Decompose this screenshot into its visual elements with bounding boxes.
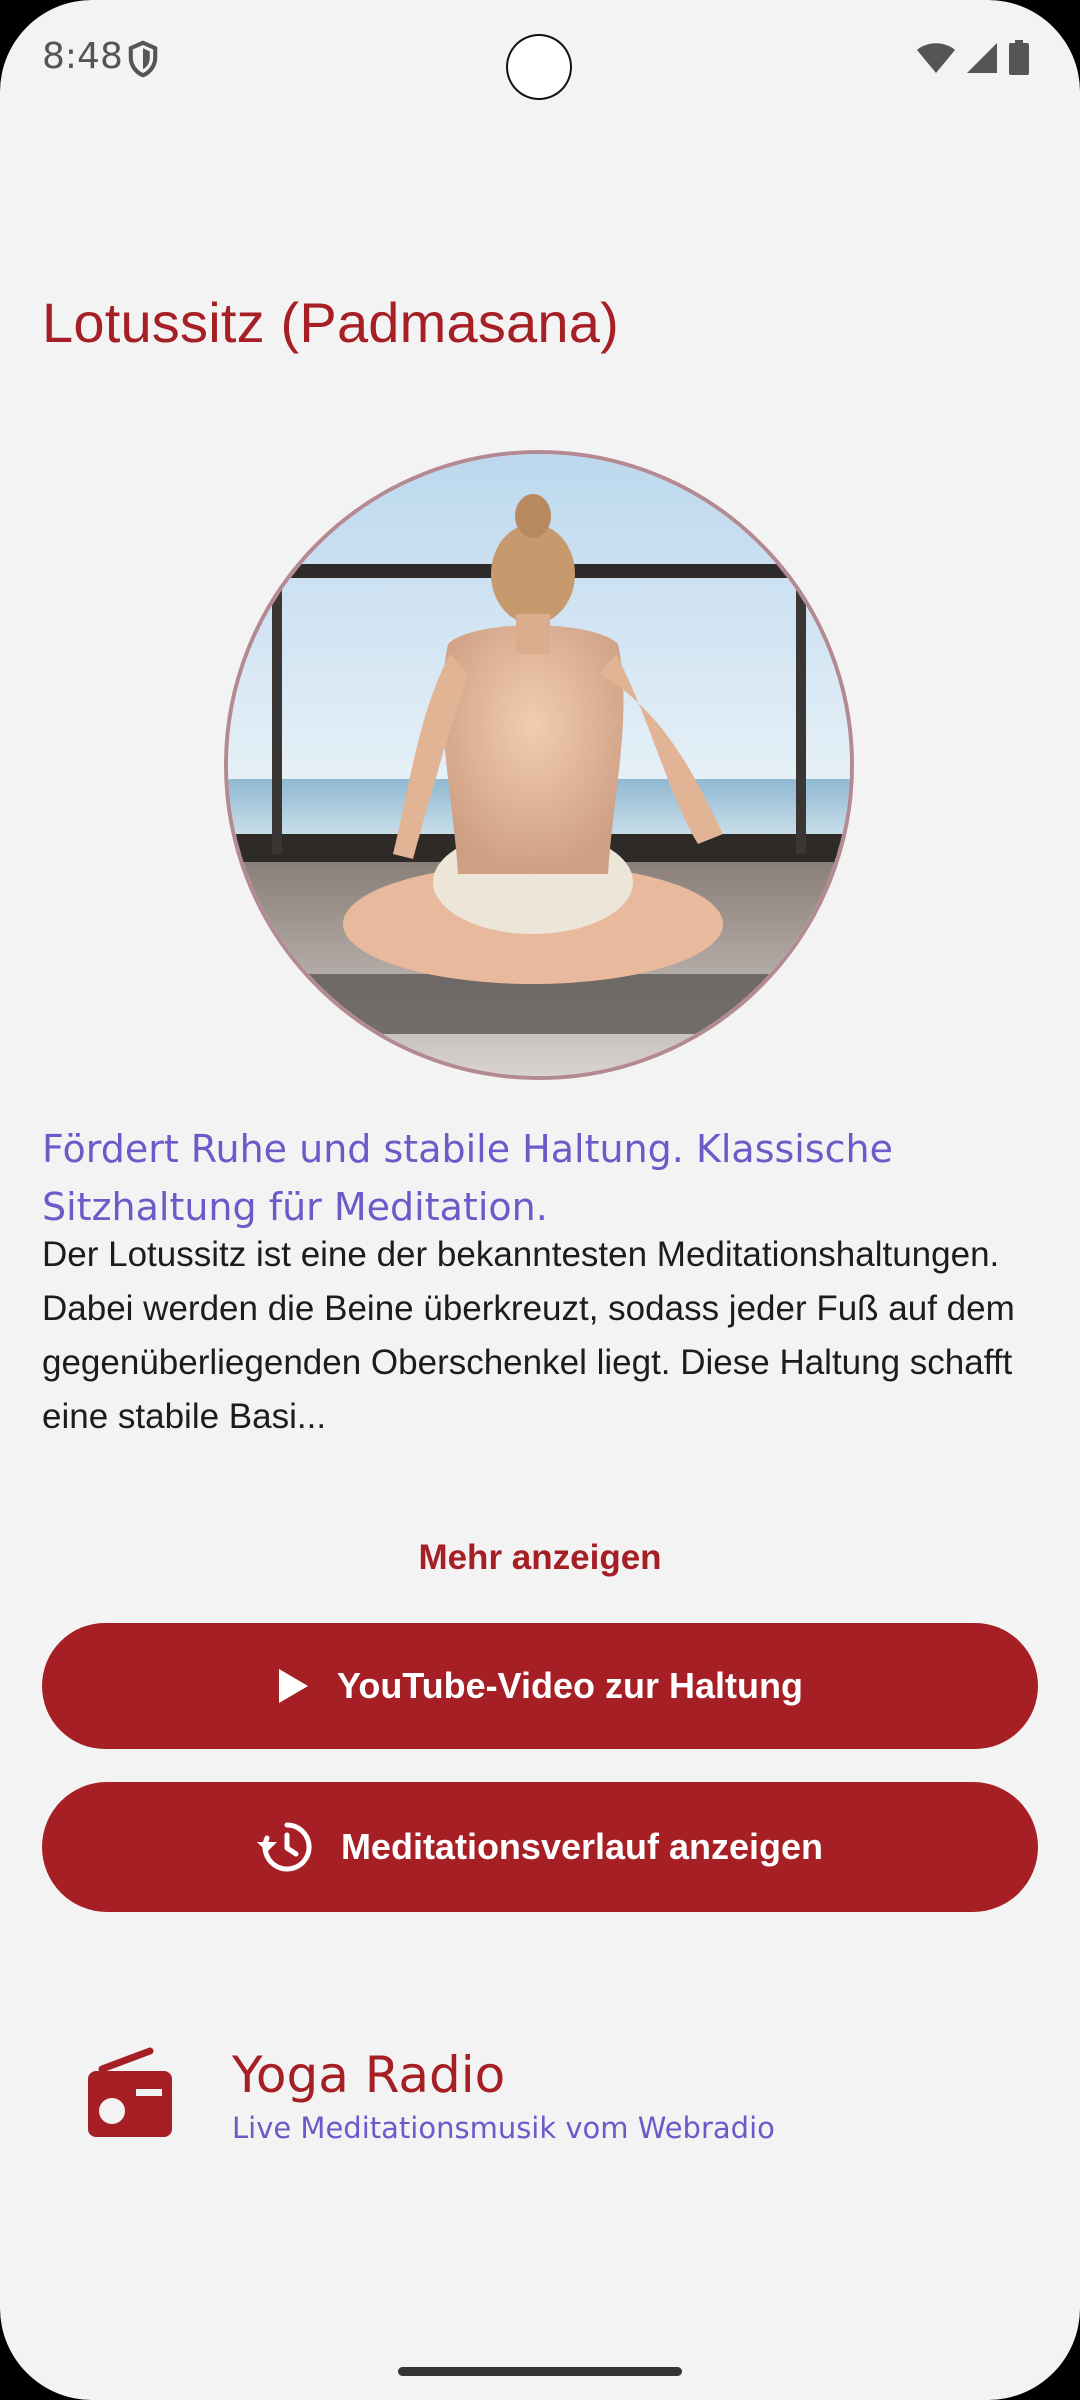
pose-subtitle: Fördert Ruhe und stabile Haltung. Klassi… [42,1127,894,1229]
cellular-signal-icon [967,43,997,73]
wifi-icon [917,43,955,73]
yoga-radio-texts: Yoga Radio Live Meditationsmusik vom Web… [232,2045,775,2145]
yoga-radio-subtitle: Live Meditationsmusik vom Webradio [232,2111,775,2145]
status-bar: 8:48 [0,0,1080,120]
pose-image [224,450,854,1080]
meditation-history-button-label: Meditationsverlauf anzeigen [340,1826,824,1867]
youtube-video-button-label: YouTube-Video zur Haltung [337,1665,803,1706]
shield-icon [128,40,158,78]
status-time: 8:48 [42,36,123,77]
front-camera [506,34,572,100]
app-screen: 8:48 Lotussitz (Padmasana) Fördert Ruhe … [0,0,1080,2400]
youtube-video-button[interactable]: YouTube-Video zur Haltung [42,1623,1038,1749]
pose-description: Der Lotussitz ist eine der bekanntesten … [42,1235,1015,1436]
radio-icon [88,2047,172,2137]
battery-icon [1009,40,1029,75]
page-title: Lotussitz (Padmasana) [42,291,619,354]
show-more-button[interactable]: Mehr anzeigen [0,1538,1080,1578]
yoga-radio-title: Yoga Radio [232,2046,506,2104]
status-icons [916,40,1030,76]
meditation-pose-illustration [228,454,850,1076]
play-icon [279,1669,308,1703]
history-icon [256,1822,312,1872]
home-indicator[interactable] [398,2367,682,2376]
yoga-radio-card[interactable]: Yoga Radio Live Meditationsmusik vom Web… [80,2020,1000,2170]
meditation-history-button[interactable]: Meditationsverlauf anzeigen [42,1782,1038,1912]
